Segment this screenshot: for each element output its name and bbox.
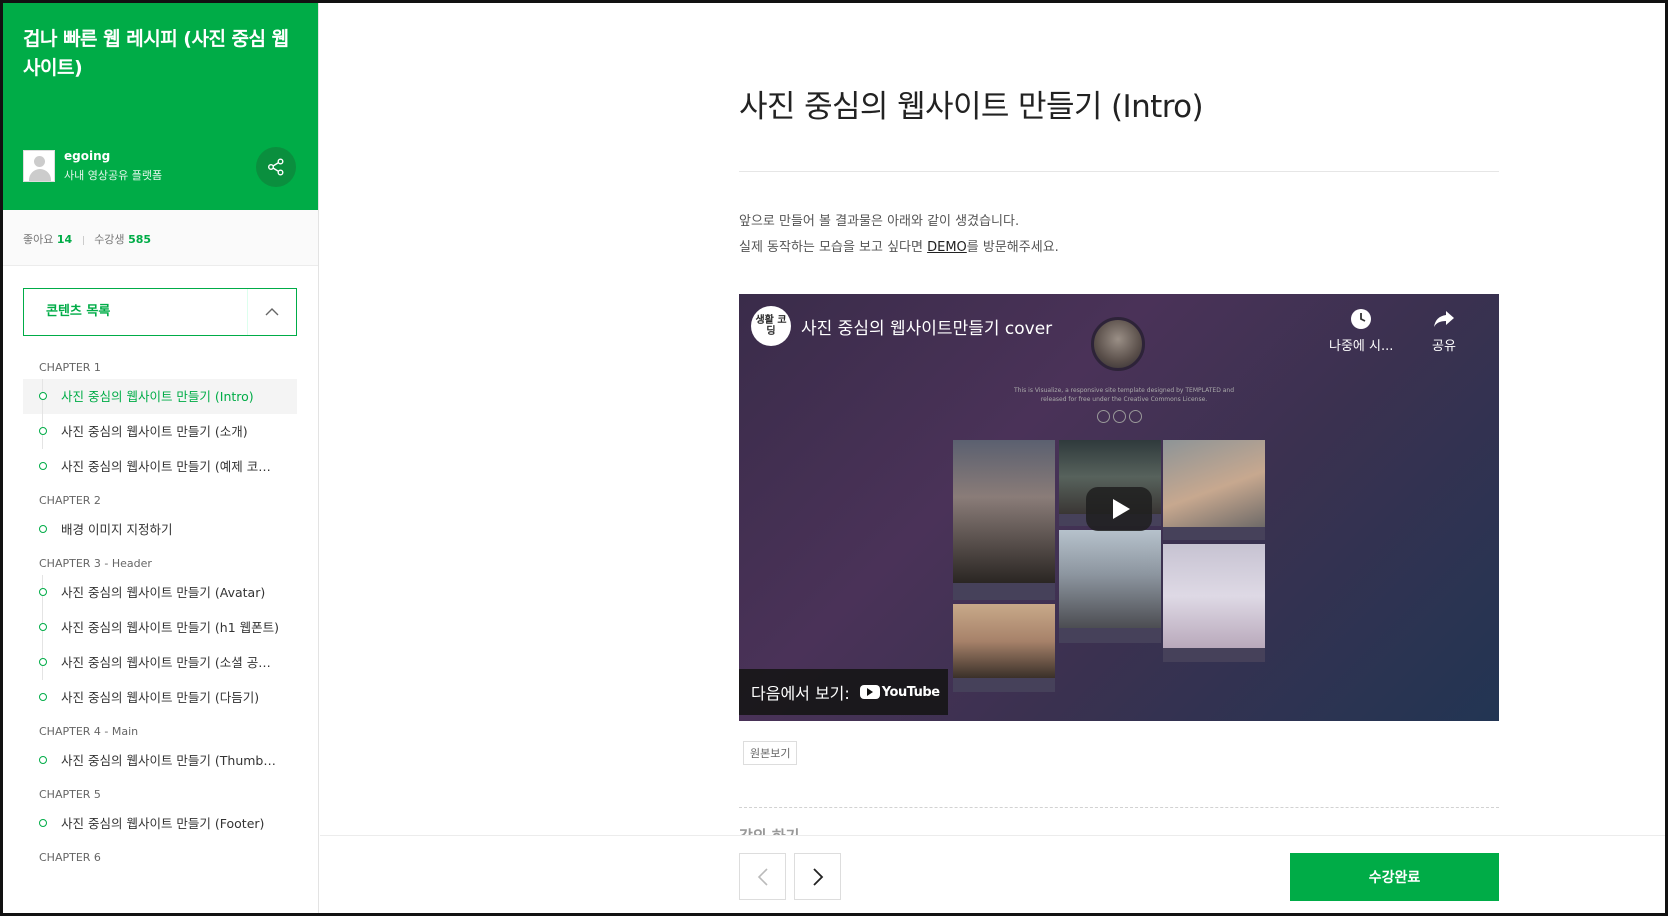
lesson-dot-icon (39, 623, 47, 631)
avatar (23, 150, 55, 182)
lesson-item[interactable]: 사진 중심의 웹사이트 만들기 (소개) (23, 414, 297, 449)
lesson-item[interactable]: 사진 중심의 웹사이트 만들기 (Footer) (23, 806, 297, 841)
video-share-label: 공유 (1432, 339, 1456, 354)
lesson-label: 사진 중심의 웹사이트 만들기 (Intro) (61, 389, 254, 404)
course-stats: 좋아요 14 수강생 585 (3, 210, 318, 266)
complete-button[interactable]: 수강완료 (1290, 853, 1499, 901)
thumbnail-avatar (1091, 317, 1145, 371)
chapter-title: CHAPTER 2 (39, 494, 101, 507)
demo-link[interactable]: DEMO (927, 240, 967, 255)
dashed-divider (739, 807, 1499, 808)
lesson-label: 사진 중심의 웹사이트 만들기 (Footer) (61, 816, 265, 831)
author-org: 사내 영상공유 플랫폼 (64, 169, 163, 182)
lesson-label: 사진 중심의 웹사이트 만들기 (소셜 공… (61, 655, 271, 670)
channel-logo[interactable]: 생활 코딩 (751, 306, 791, 346)
desc-text: 실제 동작하는 모습을 보고 싶다면 (739, 240, 928, 255)
lesson-dot-icon (39, 658, 47, 666)
lesson-item[interactable]: 사진 중심의 웹사이트 만들기 (Avatar) (23, 575, 297, 610)
lesson-dot-icon (39, 693, 47, 701)
video-header: 생활 코딩 사진 중심의 웹사이트만들기 cover (751, 306, 1052, 346)
app-frame: 겁나 빠른 웹 레시피 (사진 중심 웹사이트) egoing 사내 영상공유 … (0, 0, 1668, 916)
lesson-item[interactable]: 배경 이미지 지정하기 (23, 512, 297, 547)
lesson-label: 사진 중심의 웹사이트 만들기 (소개) (61, 424, 248, 439)
lesson-dot-icon (39, 462, 47, 470)
chapter-title: CHAPTER 4 - Main (39, 725, 139, 738)
watch-later-button[interactable]: 나중에 시... (1329, 308, 1393, 354)
gallery-card (1163, 544, 1265, 662)
video-player[interactable]: This is Visualize, a responsive site tem… (739, 294, 1499, 721)
gallery-card (1163, 440, 1265, 540)
lesson-item[interactable]: 사진 중심의 웹사이트 만들기 (h1 웹폰트) (23, 610, 297, 645)
chapter-title: CHAPTER 6 (39, 851, 101, 864)
thumbnail-gallery (953, 440, 1285, 702)
main-content: 사진 중심의 웹사이트 만들기 (Intro) 앞으로 만들어 볼 결과물은 아… (320, 3, 1665, 913)
chevron-left-icon (757, 867, 768, 886)
students-count: 585 (128, 233, 152, 246)
lesson-label: 사진 중심의 웹사이트 만들기 (Thumb… (61, 753, 276, 768)
lesson-item[interactable]: 사진 중심의 웹사이트 만들기 (예제 코… (23, 449, 297, 484)
divider (739, 171, 1499, 172)
thumbnail-social-icons (1097, 410, 1142, 423)
prev-lesson-button[interactable] (739, 853, 786, 900)
lesson-label: 사진 중심의 웹사이트 만들기 (Avatar) (61, 585, 266, 600)
lesson-label: 배경 이미지 지정하기 (61, 522, 173, 537)
lesson-dot-icon (39, 392, 47, 400)
video-title[interactable]: 사진 중심의 웹사이트만들기 cover (801, 314, 1052, 339)
toc-label: 콘텐츠 목록 (24, 289, 248, 335)
chapter-title: CHAPTER 5 (39, 788, 101, 801)
view-source-tag[interactable]: 원본보기 (743, 741, 798, 765)
share-icon (268, 158, 284, 176)
watch-on-label: 다음에서 보기: (751, 684, 850, 703)
gallery-card (953, 604, 1055, 692)
video-share-button[interactable]: 공유 (1432, 308, 1456, 354)
author-info[interactable]: egoing 사내 영상공유 플랫폼 (23, 149, 162, 183)
lesson-item-active[interactable]: 사진 중심의 웹사이트 만들기 (Intro) (23, 379, 297, 414)
chapter-title: CHAPTER 1 (39, 361, 101, 374)
share-button[interactable] (256, 147, 296, 187)
desc-text: 를 방문해주세요. (966, 240, 1059, 255)
youtube-wordmark: YouTube (881, 684, 940, 700)
course-header: 겁나 빠른 웹 레시피 (사진 중심 웹사이트) egoing 사내 영상공유 … (3, 3, 318, 210)
youtube-logo-icon: YouTube (859, 684, 940, 700)
lesson-dot-icon (39, 819, 47, 827)
next-lesson-button[interactable] (794, 853, 841, 900)
lesson-item[interactable]: 사진 중심의 웹사이트 만들기 (소셜 공… (23, 645, 297, 680)
lesson-label: 사진 중심의 웹사이트 만들기 (예제 코… (61, 459, 271, 474)
sidebar: 겁나 빠른 웹 레시피 (사진 중심 웹사이트) egoing 사내 영상공유 … (3, 3, 319, 913)
play-icon[interactable] (1086, 487, 1152, 531)
lesson-dot-icon (39, 588, 47, 596)
gallery-card (1059, 530, 1161, 643)
page-title: 사진 중심의 웹사이트 만들기 (Intro) (739, 89, 1204, 125)
chevron-up-icon (265, 308, 279, 316)
lesson-dot-icon (39, 525, 47, 533)
author-name: egoing (64, 149, 111, 163)
watch-on-youtube-button[interactable]: 다음에서 보기: YouTube (739, 669, 948, 715)
bottom-nav-bar: 수강완료 (320, 835, 1665, 913)
lesson-dot-icon (39, 756, 47, 764)
stats-divider (82, 235, 84, 245)
lesson-item[interactable]: 사진 중심의 웹사이트 만들기 (다듬기) (23, 680, 297, 715)
chapter-title: CHAPTER 3 - Header (39, 557, 152, 570)
likes-count: 14 (56, 233, 73, 246)
likes-label: 좋아요 (23, 233, 54, 246)
lesson-dot-icon (39, 427, 47, 435)
lesson-label: 사진 중심의 웹사이트 만들기 (h1 웹폰트) (61, 620, 279, 635)
gallery-card (953, 440, 1055, 600)
thumbnail-caption: This is Visualize, a responsive site tem… (1013, 387, 1235, 403)
chevron-right-icon (812, 867, 823, 886)
watch-later-label: 나중에 시... (1329, 339, 1394, 354)
toc-list: CHAPTER 1 사진 중심의 웹사이트 만들기 (Intro) 사진 중심의… (23, 351, 297, 869)
lesson-label: 사진 중심의 웹사이트 만들기 (다듬기) (61, 690, 260, 705)
toc-collapse-button[interactable] (248, 289, 296, 335)
lesson-description: 앞으로 만들어 볼 결과물은 아래와 같이 생겼습니다. 실제 동작하는 모습을… (739, 209, 1059, 261)
course-title: 겁나 빠른 웹 레시피 (사진 중심 웹사이트) (23, 28, 289, 79)
author-text: egoing 사내 영상공유 플랫폼 (64, 149, 162, 183)
share-arrow-icon (1432, 308, 1456, 335)
students-label: 수강생 (94, 233, 125, 246)
toc-header[interactable]: 콘텐츠 목록 (23, 288, 297, 336)
desc-line-1: 앞으로 만들어 볼 결과물은 아래와 같이 생겼습니다. (739, 214, 1020, 229)
lesson-item[interactable]: 사진 중심의 웹사이트 만들기 (Thumb… (23, 743, 297, 778)
clock-icon (1329, 308, 1393, 335)
desc-line-2: 실제 동작하는 모습을 보고 싶다면 DEMO를 방문해주세요. (739, 235, 1059, 261)
